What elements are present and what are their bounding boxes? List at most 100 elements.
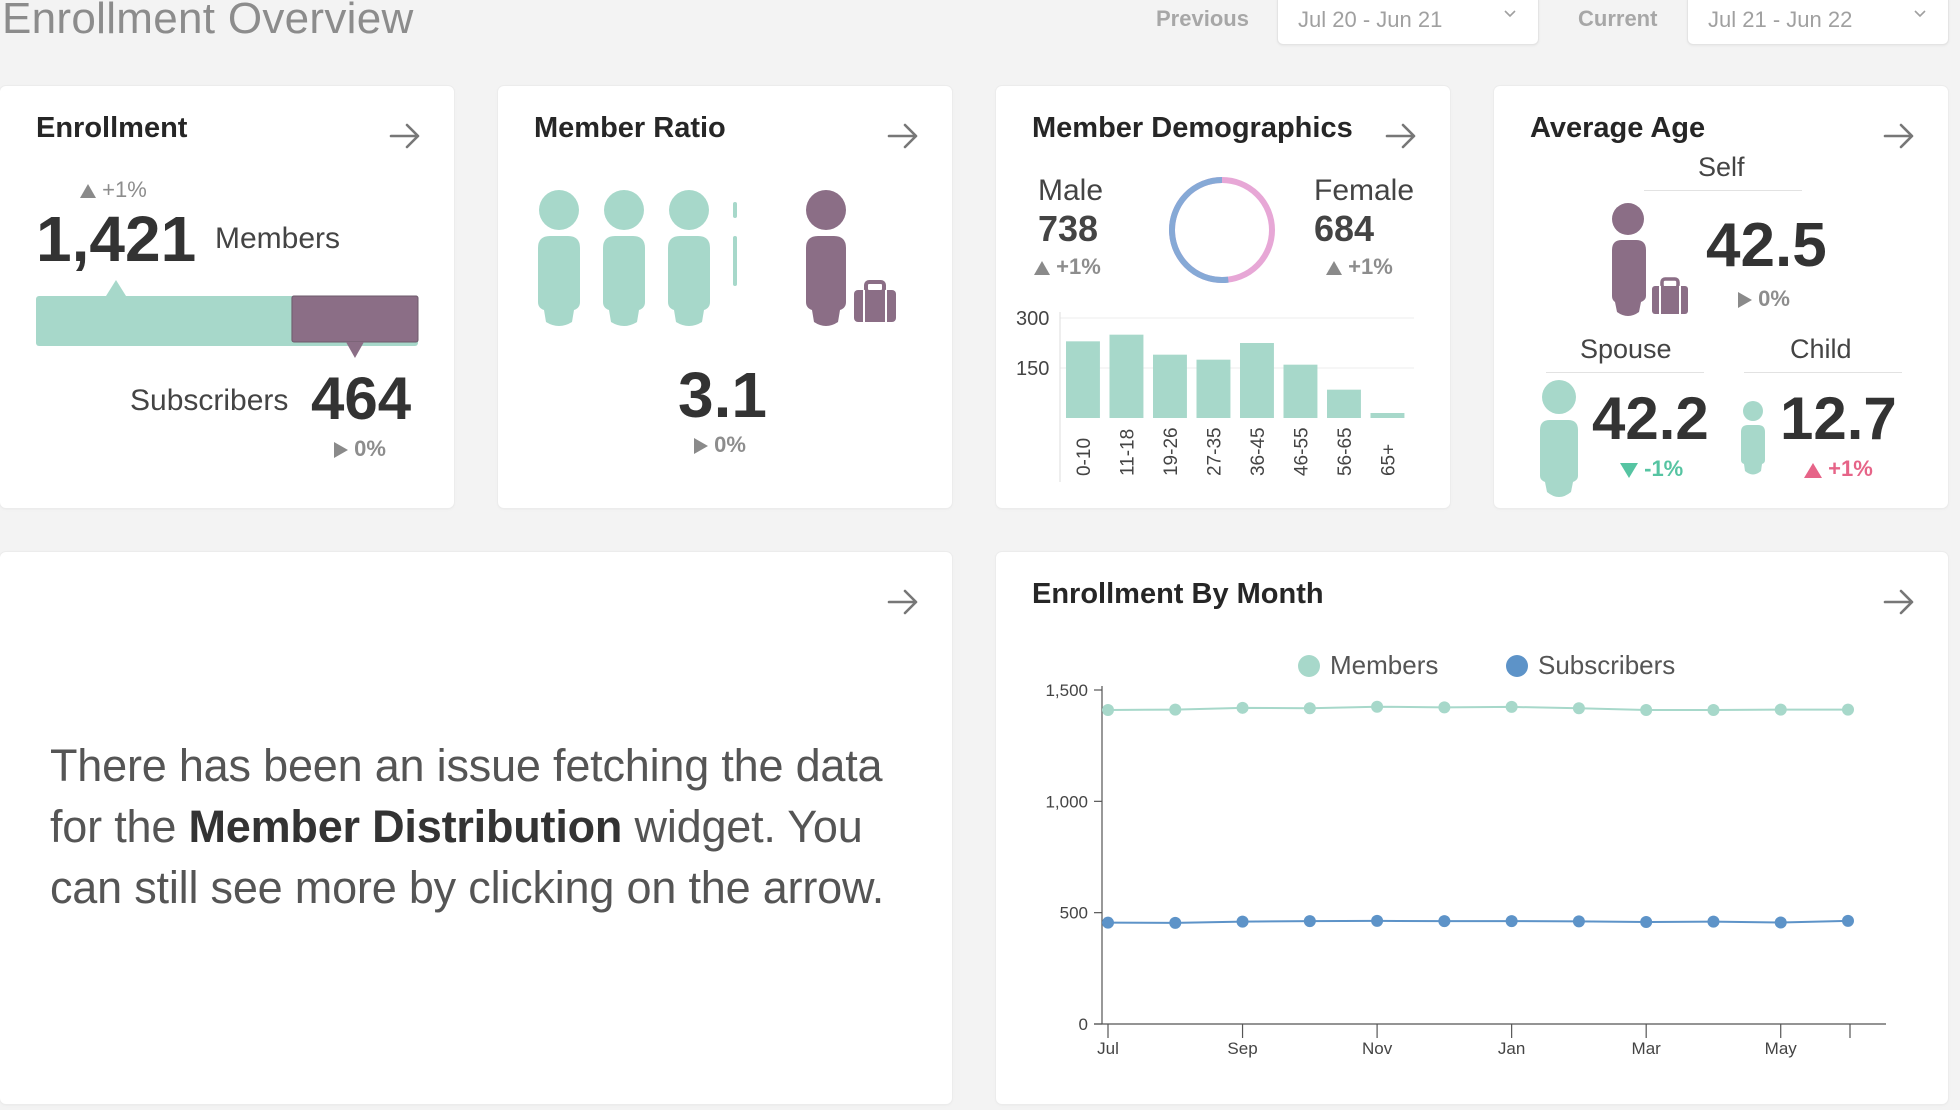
member-ratio-value: 3.1 [678,359,767,431]
age-bar [1109,334,1144,418]
male-ring-segment [1169,177,1229,283]
average-age-arrow-button[interactable] [1882,122,1916,150]
age-bar [1327,389,1361,418]
members-change: +1% [80,177,147,203]
members-data-point [1236,701,1249,714]
person-with-briefcase-icon [1612,203,1688,316]
child-figure [1741,401,1765,475]
member-ratio-arrow-button[interactable] [886,122,920,150]
up-triangle-icon [1326,261,1342,276]
age-x-tick-label: 27-35 [1204,427,1225,476]
age-x-tick-label: 36-45 [1248,427,1269,476]
previous-period-value: Jul 20 - Jun 21 [1298,7,1443,32]
distribution-error-message: There has been an issue fetching the dat… [50,740,885,913]
person-with-briefcase-icon [806,190,896,326]
down-triangle-icon [1620,462,1638,478]
member-demographics-card: Member Demographics Male 738 +1% Female … [996,86,1450,508]
gender-ring-chart [1169,177,1275,283]
spouse-divider [1546,372,1704,373]
members-data-point [1371,700,1384,713]
y-tick-label: 500 [1060,904,1088,923]
chevron-down-icon [1504,10,1516,18]
demographics-arrow-button[interactable] [1384,122,1418,150]
members-value: 1,421 [36,203,197,275]
subscriber-figure [806,190,896,326]
up-triangle-icon [80,184,96,199]
self-change: 0% [1738,286,1790,312]
enrollment-title: Enrollment [36,112,188,144]
age-x-tick-label: 0-10 [1074,438,1095,476]
person-icon [668,190,710,326]
child-value: 12.7 [1780,385,1897,452]
member-ratio-title: Member Ratio [534,112,726,144]
spouse-value: 42.2 [1592,385,1709,452]
subscribers-data-point [1236,915,1249,928]
person-icon [603,190,645,326]
y-tick-label: 1,000 [1045,792,1088,811]
subscribers-data-point [1371,914,1384,927]
members-series-line [1107,705,1848,712]
age-x-tick-label: 46-55 [1291,427,1312,476]
subscribers-change: 0% [334,436,386,462]
enrollment-line-chart: 0 500 1,000 1,500 Jul Sep Nov Jan Mar May [1045,681,1886,1058]
members-label: Members [215,222,341,255]
members-data-point [1774,703,1787,716]
members-data-point [1169,703,1182,716]
current-label: Current [1578,6,1658,31]
x-tick-label: Nov [1362,1039,1393,1058]
spouse-change: -1% [1620,456,1683,482]
members-data-point [1505,700,1518,713]
subscribers-data-point [1640,916,1653,929]
subscribers-bar [291,295,419,343]
partial-person-icon [733,202,737,286]
average-age-title: Average Age [1530,112,1706,144]
enrollment-arrow-button[interactable] [388,122,422,150]
male-label: Male [1038,174,1104,207]
enrollment-overview-page: Enrollment Overview Previous Jul 20 - Ju… [0,0,1960,1110]
current-period-dropdown[interactable]: Jul 21 - Jun 22 [1687,0,1949,45]
current-period-value: Jul 21 - Jun 22 [1708,7,1853,32]
arrow-right-icon [1883,123,1914,149]
subscribers-data-point [1774,916,1787,929]
child-label: Child [1790,334,1852,364]
age-bar [1283,364,1318,418]
x-tick-label: Jul [1097,1039,1119,1058]
spouse-figure [1540,380,1578,497]
x-tick-label: Sep [1227,1039,1257,1058]
members-data-point [1438,701,1451,714]
age-bar [1066,341,1100,418]
age-x-tick-label: 19-26 [1161,427,1182,476]
enrollment-card: Enrollment +1% 1,421 Members Subscribers… [0,86,454,508]
arrow-right-icon [1385,123,1416,149]
self-value: 42.5 [1706,211,1827,280]
subscribers-data-point [1842,914,1854,927]
up-triangle-icon [1034,261,1050,276]
right-triangle-icon [694,438,708,455]
female-label: Female [1314,174,1415,207]
age-bar [1153,354,1187,418]
subscribers-bar-pointer [345,342,364,358]
subscribers-label: Subscribers [130,384,289,417]
member-distribution-arrow-button[interactable] [886,588,920,616]
person-icon [538,190,580,326]
male-value: 738 [1038,208,1099,249]
child-divider [1744,372,1902,373]
subscribers-data-point [1707,915,1720,928]
member-ratio-change: 0% [694,432,746,458]
previous-period-dropdown[interactable]: Jul 20 - Jun 21 [1277,0,1539,45]
up-triangle-icon [1804,462,1822,478]
child-person-icon [1741,401,1765,475]
self-figure [1612,203,1688,316]
spouse-label: Spouse [1580,334,1672,364]
child-change: +1% [1804,456,1873,482]
members-bar-pointer [106,280,126,296]
enrollment-split-bar [36,280,419,358]
right-triangle-icon [334,442,348,459]
arrow-right-icon [389,123,420,149]
page-title: Enrollment Overview [2,0,414,43]
members-figures [538,190,737,326]
right-triangle-icon [1738,292,1752,309]
age-x-tick-label: 11-18 [1117,429,1138,476]
demographics-title: Member Demographics [1032,112,1353,144]
y-tick-label: 1,500 [1045,681,1088,700]
